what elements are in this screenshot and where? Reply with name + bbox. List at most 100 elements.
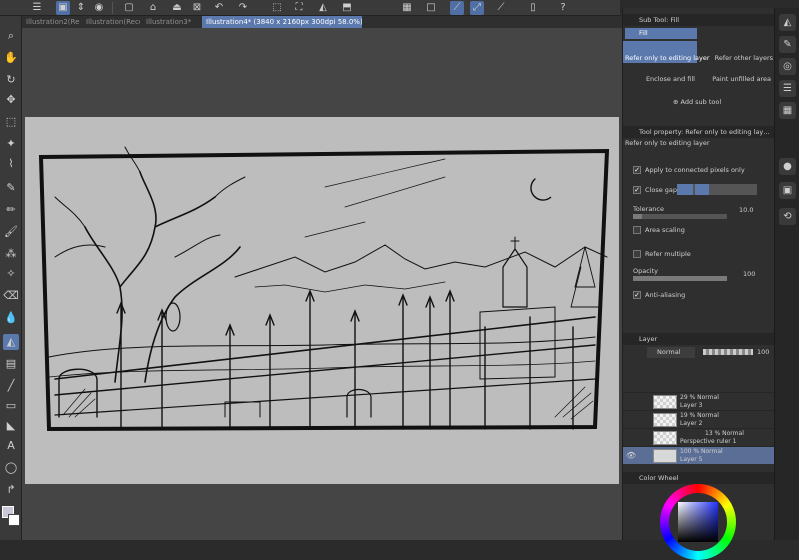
subtool-group-tab[interactable]: Fill: [625, 28, 697, 39]
new-file-icon[interactable]: ▢: [122, 1, 136, 15]
apply-connected-checkbox[interactable]: ✓: [633, 166, 641, 174]
eyedropper-icon[interactable]: ⌇: [3, 156, 19, 172]
color-wheel-header: Color Wheel: [623, 472, 775, 484]
eraser-icon[interactable]: ⌫: [3, 288, 19, 304]
eye-icon[interactable]: 👁: [626, 451, 636, 460]
airbrush-icon[interactable]: ⁂: [3, 246, 19, 262]
opacity-value[interactable]: 100: [743, 270, 755, 278]
right-panel: Sub Tool: Fill Fill Refer only to editin…: [622, 8, 775, 560]
pencil-icon[interactable]: ✏: [3, 202, 19, 218]
frame-icon[interactable]: ▭: [3, 398, 19, 414]
pen-icon[interactable]: ✎: [3, 180, 19, 196]
layers-panel-icon[interactable]: ☰: [779, 80, 796, 97]
balloon-icon[interactable]: ◯: [3, 460, 19, 476]
layer-opacity-value[interactable]: 100: [757, 348, 769, 356]
opacity-slider[interactable]: [633, 276, 727, 281]
history-icon[interactable]: ⟲: [779, 208, 796, 225]
undo-icon[interactable]: ↶: [212, 1, 226, 15]
tolerance-value[interactable]: 10.0: [739, 206, 753, 214]
layer-row-layer3[interactable]: 29 % Normal Layer 3: [623, 392, 775, 410]
clear-icon[interactable]: ⬚: [270, 1, 284, 15]
gradient-icon[interactable]: ▤: [3, 356, 19, 372]
layer-row-layer2[interactable]: 19 % Normal Layer 2: [623, 410, 775, 428]
area-scaling-checkbox[interactable]: [633, 226, 641, 234]
close-gap-checkbox[interactable]: ✓: [633, 186, 641, 194]
tab-illustration4[interactable]: Illustration4* (3840 x 2160px 300dpi 58.…: [202, 16, 362, 28]
layer-thumbnail: [653, 449, 677, 463]
layer-opacity-slider[interactable]: [703, 349, 753, 355]
layer-row-perspective-ruler[interactable]: 13 % Normal Perspective ruler 1: [623, 428, 775, 446]
text-icon[interactable]: A: [3, 438, 19, 454]
drawing-canvas[interactable]: [25, 117, 619, 484]
anti-aliasing-checkbox[interactable]: ✓: [633, 291, 641, 299]
menu-icon[interactable]: ☰: [30, 1, 44, 15]
blend-icon[interactable]: 💧: [3, 310, 19, 326]
special-ruler-icon[interactable]: ⤢: [470, 1, 484, 15]
expand-icon[interactable]: ⇕: [74, 1, 88, 15]
rotate-icon[interactable]: ↻: [3, 72, 19, 88]
move-icon[interactable]: ✥: [3, 92, 19, 108]
subtool-panel-header: Sub Tool: Fill: [623, 14, 775, 26]
brush-icon[interactable]: 🖌: [3, 224, 19, 240]
brush-panel-icon[interactable]: ✎: [779, 36, 796, 53]
tab-illustration[interactable]: Illustration(Reco…: [82, 16, 140, 28]
tab-illustration3[interactable]: Illustration3*: [142, 16, 200, 28]
tolerance-label: Tolerance: [633, 205, 664, 213]
ruler-icon[interactable]: ◣: [3, 418, 19, 434]
tolerance-slider[interactable]: [633, 214, 727, 219]
subtool-refer-other[interactable]: Refer other layers: [699, 41, 775, 63]
layer-panel-header: Layer: [623, 333, 775, 345]
tab-illustration2[interactable]: Illustration2(Re…: [22, 16, 80, 28]
ruler-snap-icon[interactable]: ⟋: [450, 1, 464, 15]
navigator-icon[interactable]: ◎: [779, 58, 796, 75]
help-icon[interactable]: ?: [556, 1, 570, 15]
tool-palette: ⌕ ✋ ↻ ✥ ⬚ ✦ ⌇ ✎ ✏ 🖌 ⁂ ✧ ⌫ 💧 ◭ ▤ ╱ ▭ ◣ A …: [0, 16, 22, 540]
panel-icon-strip: ◭ ✎ ◎ ☰ ▦ ● ▣ ⟲: [774, 8, 799, 540]
layer-thumbnail: [653, 413, 677, 427]
transform-icon[interactable]: ⛶: [292, 1, 306, 15]
square-icon[interactable]: □: [424, 1, 438, 15]
correct-line-icon[interactable]: ↱: [3, 482, 19, 498]
selection-icon[interactable]: ⬚: [3, 114, 19, 130]
subtool-paint-unfilled[interactable]: Paint unfilled area: [699, 65, 775, 85]
sub-color-swatch[interactable]: [8, 514, 20, 526]
close-gap-selector[interactable]: [677, 184, 757, 195]
blend-mode-select[interactable]: Normal: [647, 347, 695, 358]
select-icon[interactable]: ⬒: [340, 1, 354, 15]
top-toolbar: ☰ ▣ ⇕ ◉ ▢ ⌂ ⏏ ⊠ ↶ ↷ ⬚ ⛶ ◭ ⬒ ▦ □ ⟋ ⤢ ⟋ ▯ …: [0, 0, 620, 16]
fill-panel-icon[interactable]: ◭: [779, 14, 796, 31]
layer-mode-icon[interactable]: ▣: [56, 1, 70, 15]
hand-icon[interactable]: ✋: [3, 50, 19, 66]
camera-icon[interactable]: ◉: [92, 1, 106, 15]
subtool-enclose-fill[interactable]: Enclose and fill: [623, 65, 697, 85]
fill-icon[interactable]: ◭: [316, 1, 330, 15]
subview-icon[interactable]: ▣: [779, 182, 796, 199]
layer-thumbnail: [653, 395, 677, 409]
fill-tool-icon[interactable]: ◭: [3, 334, 19, 350]
layer-thumbnail: [653, 431, 677, 445]
stroke-icon[interactable]: ▦: [400, 1, 414, 15]
opacity-label: Opacity: [633, 267, 659, 275]
material-icon[interactable]: ▦: [779, 102, 796, 119]
document-tabs: Illustration2(Re… Illustration(Reco… Ill…: [22, 16, 622, 28]
magic-wand-icon[interactable]: ✦: [3, 136, 19, 152]
export-icon[interactable]: ⊠: [190, 1, 204, 15]
sketch-artwork: [38, 146, 610, 432]
decoration-icon[interactable]: ✧: [3, 266, 19, 282]
figure-icon[interactable]: ╱: [3, 378, 19, 394]
redo-icon[interactable]: ↷: [236, 1, 250, 15]
subtool-refer-editing[interactable]: Refer only to editing layer: [623, 41, 710, 63]
layer-row-layer5[interactable]: 👁 100 % Normal Layer 5: [623, 446, 775, 464]
refer-multiple-checkbox[interactable]: [633, 250, 641, 258]
open-folder-icon[interactable]: ⌂: [146, 1, 160, 15]
tool-property-header: Tool property: Refer only to editing lay…: [623, 126, 775, 138]
save-icon[interactable]: ⏏: [170, 1, 184, 15]
canvas-workspace: [22, 28, 622, 540]
device-icon[interactable]: ▯: [526, 1, 540, 15]
color-wheel[interactable]: [660, 484, 736, 560]
tool-property-subtitle: Refer only to editing layer: [625, 139, 710, 147]
zoom-icon[interactable]: ⌕: [3, 28, 19, 44]
color-panel-icon[interactable]: ●: [779, 158, 796, 175]
add-subtool-button[interactable]: ⊕ Add sub tool: [673, 98, 721, 106]
grid-snap-icon[interactable]: ⟋: [494, 1, 508, 15]
